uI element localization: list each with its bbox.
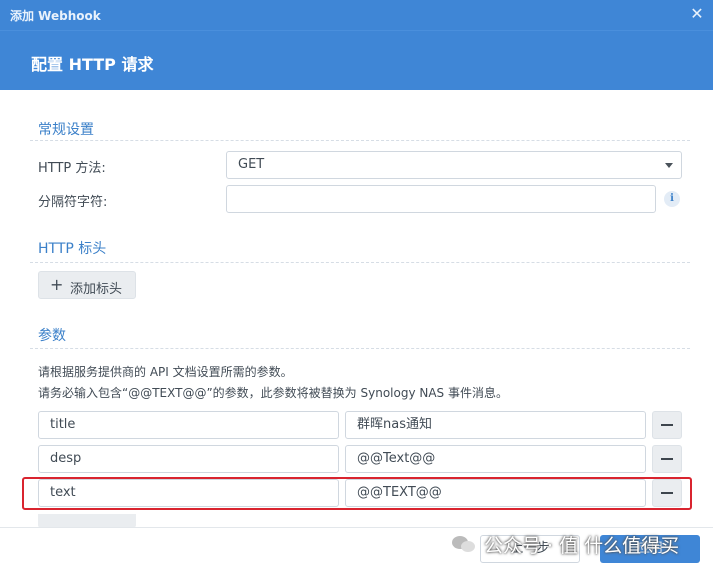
dialog-header: 配置 HTTP 请求 [0, 30, 713, 90]
minus-icon [661, 424, 673, 426]
section-title-http-headers: HTTP 标头 [38, 241, 107, 257]
minus-icon [661, 458, 673, 460]
params-description-2: 请务必输入包含“@@TEXT@@”的参数，此参数将被替换为 Synology N… [38, 386, 508, 400]
param-key-input[interactable]: desp [38, 445, 339, 473]
add-header-label: 添加标头 [70, 282, 123, 297]
http-method-value: GET [238, 157, 265, 172]
param-key-input[interactable]: title [38, 411, 339, 439]
remove-param-button[interactable] [652, 411, 682, 439]
param-value-input[interactable]: 群晖nas通知 [345, 411, 646, 439]
http-method-label: HTTP 方法: [38, 161, 106, 176]
section-title-params: 参数 [38, 328, 66, 344]
section-divider [30, 348, 690, 349]
wechat-icon [452, 534, 478, 554]
plus-icon: + [50, 275, 64, 294]
info-icon[interactable]: i [664, 191, 680, 207]
param-value-input[interactable]: @@Text@@ [345, 445, 646, 473]
section-title-general: 常规设置 [38, 122, 94, 138]
http-method-select[interactable]: GET [226, 151, 682, 179]
separator-label: 分隔符字符: [38, 195, 108, 210]
highlight-box [22, 477, 692, 510]
watermark: 公众号 · 值 什么值得买 [452, 527, 679, 561]
chevron-down-icon [665, 163, 673, 168]
watermark-text: 公众号 · 值 什么值得买 [484, 534, 680, 557]
dialog-title: 配置 HTTP 请求 [31, 55, 154, 74]
close-icon[interactable]: ✕ [687, 4, 707, 24]
section-divider [30, 140, 690, 141]
section-divider [30, 262, 690, 263]
add-header-button[interactable]: + 添加标头 [38, 271, 136, 299]
params-description-1: 请根据服务提供商的 API 文档设置所需的参数。 [38, 365, 293, 379]
window-titlebar: 添加 Webhook ✕ [0, 0, 713, 30]
add-param-button[interactable] [38, 514, 136, 528]
window-title: 添加 Webhook [10, 9, 101, 23]
separator-input[interactable] [226, 185, 656, 213]
remove-param-button[interactable] [652, 445, 682, 473]
